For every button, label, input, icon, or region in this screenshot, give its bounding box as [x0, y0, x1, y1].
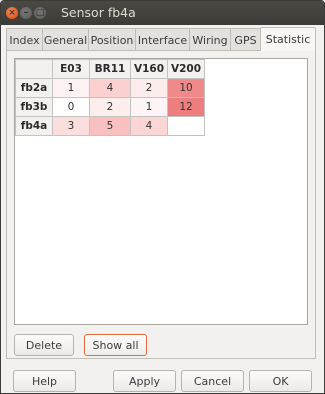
close-icon: × — [8, 8, 16, 18]
table-cell[interactable]: 2 — [89, 97, 131, 117]
maximize-icon: □ — [35, 8, 45, 18]
row-header[interactable]: fb3b — [15, 97, 53, 117]
table-cell[interactable]: 5 — [89, 116, 131, 136]
column-header[interactable]: BR11 — [89, 59, 131, 79]
statistic-table-container: E03 BR11 V160 V200 fb2a 1 4 2 10 fb3b 0 … — [14, 58, 308, 325]
close-window-button[interactable]: × — [6, 7, 18, 19]
table-corner — [15, 59, 53, 79]
title-bar: × – □ Sensor fb4a — [1, 1, 324, 25]
show-all-button[interactable]: Show all — [84, 334, 147, 356]
tab-position[interactable]: Position — [88, 28, 136, 51]
statistic-table: E03 BR11 V160 V200 fb2a 1 4 2 10 fb3b 0 … — [15, 59, 205, 136]
table-cell[interactable]: 4 — [89, 78, 131, 98]
statistic-panel: E03 BR11 V160 V200 fb2a 1 4 2 10 fb3b 0 … — [6, 50, 316, 359]
table-cell[interactable]: 4 — [130, 116, 168, 136]
tab-wiring[interactable]: Wiring — [189, 28, 231, 51]
table-header-row: E03 BR11 V160 V200 — [15, 59, 205, 79]
row-header[interactable]: fb2a — [15, 78, 53, 98]
tab-gps[interactable]: GPS — [230, 28, 261, 51]
column-header[interactable]: V200 — [167, 59, 205, 79]
minimize-icon: – — [23, 8, 29, 18]
cancel-button[interactable]: Cancel — [181, 370, 244, 392]
window-title: Sensor fb4a — [61, 5, 136, 20]
tab-bar: Index General Position Interface Wiring … — [6, 27, 317, 51]
column-header[interactable]: V160 — [130, 59, 168, 79]
table-row: fb4a 3 5 4 — [15, 116, 205, 136]
table-cell[interactable]: 0 — [52, 97, 90, 117]
table-row: fb3b 0 2 1 12 — [15, 97, 205, 117]
minimize-window-button[interactable]: – — [20, 7, 32, 19]
help-button[interactable]: Help — [13, 370, 76, 392]
table-cell[interactable]: 1 — [130, 97, 168, 117]
column-header[interactable]: E03 — [52, 59, 90, 79]
table-cell[interactable]: 1 — [52, 78, 90, 98]
sensor-dialog: × – □ Sensor fb4a Index General Position… — [0, 0, 325, 394]
delete-button[interactable]: Delete — [14, 334, 74, 356]
ok-button[interactable]: OK — [249, 370, 312, 392]
tab-index[interactable]: Index — [6, 28, 43, 51]
table-cell[interactable] — [167, 116, 205, 136]
apply-button[interactable]: Apply — [113, 370, 176, 392]
tab-general[interactable]: General — [42, 28, 89, 51]
tab-statistic[interactable]: Statistic — [260, 27, 316, 51]
tab-interface[interactable]: Interface — [135, 28, 190, 51]
table-row: fb2a 1 4 2 10 — [15, 78, 205, 98]
table-cell[interactable]: 12 — [167, 97, 205, 117]
table-cell[interactable]: 3 — [52, 116, 90, 136]
maximize-window-button[interactable]: □ — [34, 7, 46, 19]
table-cell[interactable]: 2 — [130, 78, 168, 98]
table-cell[interactable]: 10 — [167, 78, 205, 98]
row-header[interactable]: fb4a — [15, 116, 53, 136]
